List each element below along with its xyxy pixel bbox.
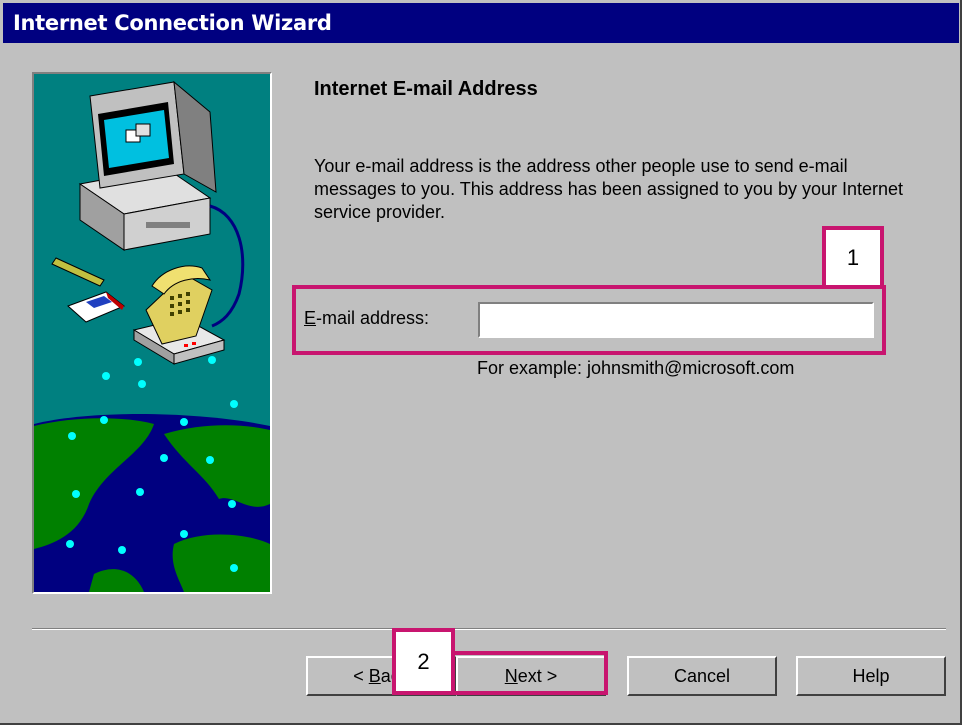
cancel-button[interactable]: Cancel: [627, 656, 777, 696]
next-button[interactable]: Next >: [456, 656, 606, 696]
annotation-marker-2: 2: [392, 628, 455, 695]
page-heading: Internet E-mail Address: [314, 78, 538, 100]
email-label: E-mail address:: [304, 308, 429, 329]
wizard-window: Internet Connection Wizard Internet E-ma…: [0, 0, 962, 725]
next-button-label: ext >: [517, 665, 558, 686]
email-example-hint: For example: johnsmith@microsoft.com: [477, 358, 795, 378]
page-description: Your e-mail address is the address other…: [314, 156, 904, 222]
help-button[interactable]: Help: [796, 656, 946, 696]
window-title: Internet Connection Wizard: [13, 11, 332, 35]
email-address-field[interactable]: [478, 302, 874, 338]
title-bar[interactable]: Internet Connection Wizard: [3, 3, 959, 43]
email-label-accelerator: E: [304, 308, 317, 328]
next-button-accelerator: N: [504, 665, 518, 686]
wizard-illustration: [32, 72, 272, 594]
back-button-accelerator: B: [368, 665, 381, 686]
email-label-text: -mail address:: [316, 308, 430, 328]
back-button-prefix: <: [353, 665, 369, 686]
button-separator-highlight: [32, 629, 946, 630]
annotation-marker-1: 1: [822, 226, 884, 289]
